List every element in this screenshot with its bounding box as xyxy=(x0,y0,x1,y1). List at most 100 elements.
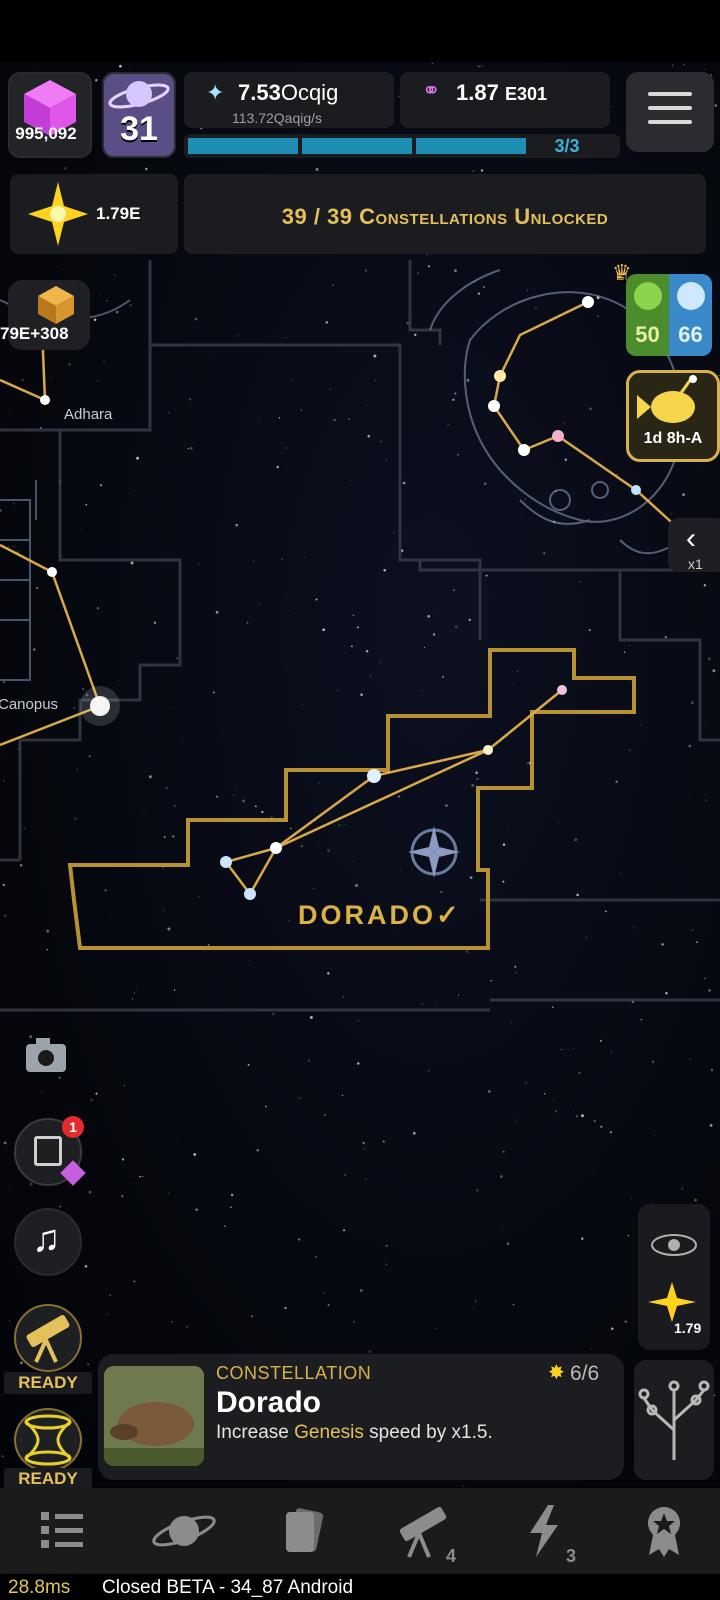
region-boundaries xyxy=(0,260,720,1012)
background-star xyxy=(324,1114,326,1116)
background-star xyxy=(352,614,355,617)
background-star xyxy=(490,979,493,982)
nav-tasks[interactable] xyxy=(22,1498,102,1564)
background-star xyxy=(417,272,420,275)
background-star xyxy=(593,1120,596,1122)
speed-multiplier[interactable]: x1 xyxy=(688,556,703,572)
background-star xyxy=(623,651,626,653)
background-star xyxy=(168,412,170,414)
background-star xyxy=(351,480,353,481)
background-star xyxy=(58,266,60,268)
background-star xyxy=(82,688,85,691)
background-star xyxy=(162,910,164,912)
background-star xyxy=(476,777,479,780)
background-star xyxy=(373,354,377,358)
background-star xyxy=(353,1320,355,1323)
background-star xyxy=(20,864,23,867)
background-star xyxy=(258,603,260,604)
background-star xyxy=(445,804,448,807)
background-star xyxy=(457,453,459,456)
background-star xyxy=(576,893,579,897)
galaxy-view-button[interactable] xyxy=(650,1230,698,1260)
background-star xyxy=(215,611,219,614)
background-star xyxy=(130,561,134,565)
nav-planets[interactable] xyxy=(144,1498,224,1564)
background-star xyxy=(235,788,237,790)
background-star xyxy=(506,825,508,827)
background-star xyxy=(640,1018,643,1021)
gem-button[interactable] xyxy=(8,72,92,158)
music-button[interactable]: ♫ xyxy=(14,1208,82,1276)
newspaper-icon xyxy=(34,1136,62,1166)
background-star xyxy=(109,1294,112,1297)
compass-icon xyxy=(408,826,460,878)
background-star xyxy=(380,440,382,443)
constellation-label[interactable]: DORADO✓ xyxy=(298,900,462,931)
background-star xyxy=(135,985,138,988)
gem-count: 995,092 xyxy=(15,124,77,143)
background-star xyxy=(412,1131,416,1135)
star-label-adhara[interactable]: Adhara xyxy=(64,406,112,423)
background-star xyxy=(278,417,281,419)
background-star xyxy=(85,503,88,506)
background-star xyxy=(256,1148,259,1152)
molecule-icon: ⚭ xyxy=(422,78,441,103)
background-star xyxy=(185,1325,189,1329)
background-star xyxy=(121,1195,124,1198)
background-star xyxy=(323,1292,325,1294)
nav-cards[interactable] xyxy=(264,1498,344,1564)
background-star xyxy=(338,824,341,827)
globe-collection[interactable]: 66 xyxy=(669,274,712,356)
background-star xyxy=(40,1090,42,1092)
background-star xyxy=(616,474,618,476)
background-star xyxy=(315,1255,317,1258)
wormhole-button[interactable] xyxy=(14,1408,82,1472)
telescope-button[interactable] xyxy=(14,1304,82,1372)
background-star xyxy=(313,887,314,889)
background-star xyxy=(526,762,528,764)
background-star xyxy=(427,265,431,268)
background-star xyxy=(421,690,423,692)
background-star xyxy=(281,558,283,560)
background-star xyxy=(445,264,447,266)
background-star xyxy=(502,1150,505,1153)
nav-achievements[interactable] xyxy=(624,1498,704,1564)
background-star xyxy=(639,724,642,726)
background-star xyxy=(82,375,84,377)
dino-collection[interactable]: 50 xyxy=(626,274,669,356)
background-star xyxy=(436,1002,438,1004)
card-description: Increase Genesis speed by x1.5. xyxy=(216,1422,493,1443)
background-star xyxy=(611,1327,614,1330)
skill-tree-button[interactable] xyxy=(634,1360,714,1480)
background-star xyxy=(290,379,293,381)
background-star xyxy=(454,392,457,395)
background-star xyxy=(579,581,581,582)
star-label-canopus[interactable]: Canopus xyxy=(0,696,58,713)
camera-button[interactable] xyxy=(24,1036,68,1076)
background-star xyxy=(133,992,135,994)
collection-counters[interactable]: 50 66 xyxy=(626,274,712,356)
background-star xyxy=(121,1158,125,1161)
star-currency-panel[interactable]: 1.79E xyxy=(10,174,178,254)
background-star xyxy=(563,422,565,424)
event-timer: 1d 8h-A xyxy=(643,430,703,447)
background-star xyxy=(173,989,176,991)
background-star xyxy=(344,1174,346,1176)
background-star xyxy=(246,621,249,624)
background-star xyxy=(708,989,711,992)
background-star xyxy=(620,872,622,875)
background-star xyxy=(633,927,635,929)
background-star xyxy=(665,992,668,995)
background-star xyxy=(344,824,346,826)
background-star xyxy=(342,995,345,998)
background-star xyxy=(463,1485,465,1487)
star-burst-button[interactable] xyxy=(646,1280,702,1324)
menu-button[interactable] xyxy=(626,72,714,152)
background-star xyxy=(106,1313,108,1315)
background-star xyxy=(58,1076,61,1079)
background-star xyxy=(170,1321,173,1323)
background-star xyxy=(76,768,78,771)
background-star xyxy=(286,466,287,467)
event-button[interactable] xyxy=(626,370,720,462)
background-star xyxy=(718,374,720,377)
